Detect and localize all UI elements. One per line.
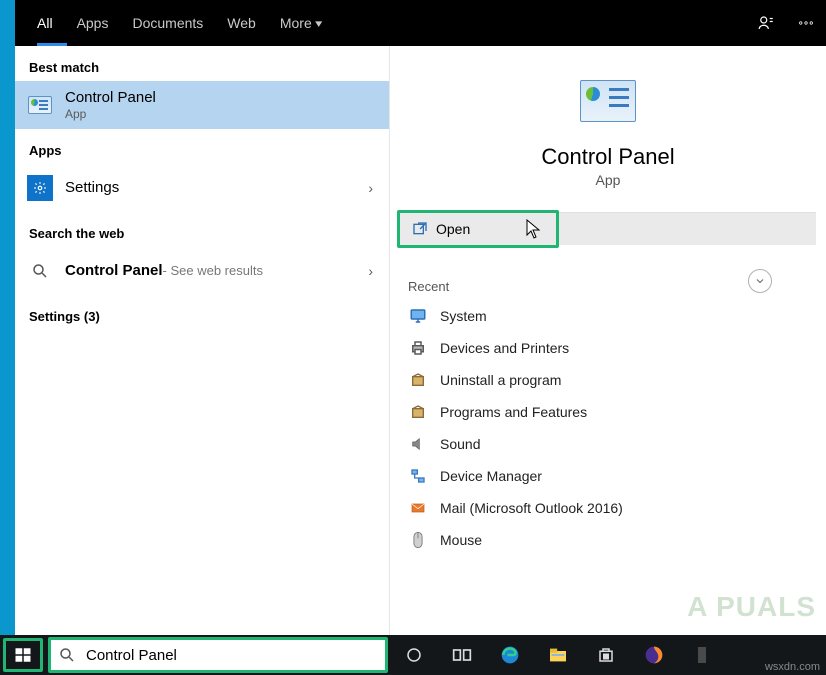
search-icon xyxy=(58,646,76,664)
speaker-icon xyxy=(408,434,428,454)
tab-apps[interactable]: Apps xyxy=(65,0,121,46)
results-list: Best match Control Panel App Apps Settin… xyxy=(15,46,390,675)
tab-more[interactable]: More ▾ xyxy=(268,0,333,46)
source-credit: wsxdn.com xyxy=(765,661,820,673)
microsoft-store-icon[interactable] xyxy=(582,635,630,675)
monitor-icon xyxy=(408,306,428,326)
recent-mouse-label: Mouse xyxy=(440,532,482,548)
mouse-icon xyxy=(408,530,428,550)
result-cp-title: Control Panel xyxy=(65,89,377,107)
section-best-match: Best match xyxy=(15,46,389,81)
app-icon[interactable] xyxy=(678,635,726,675)
open-button[interactable]: Open xyxy=(400,213,816,245)
recent-programs-label: Programs and Features xyxy=(440,404,587,420)
printer-icon xyxy=(408,338,428,358)
recent-sound[interactable]: Sound xyxy=(398,428,818,460)
tab-documents[interactable]: Documents xyxy=(120,0,215,46)
tab-more-label: More xyxy=(280,15,312,31)
preview-sub: App xyxy=(596,172,621,188)
box-icon xyxy=(408,370,428,390)
accent-stripe xyxy=(0,0,15,675)
chevron-down-icon: ▾ xyxy=(315,17,322,30)
chevron-right-icon: › xyxy=(368,180,377,196)
control-panel-icon xyxy=(27,92,53,118)
recent-uninstall[interactable]: Uninstall a program xyxy=(398,364,818,396)
recent-mail[interactable]: Mail (Microsoft Outlook 2016) xyxy=(398,492,818,524)
feedback-icon[interactable] xyxy=(746,0,786,46)
search-icon xyxy=(27,258,53,284)
expand-toggle[interactable] xyxy=(748,269,772,293)
mail-icon xyxy=(408,498,428,518)
firefox-icon[interactable] xyxy=(630,635,678,675)
search-filter-tabs: All Apps Documents Web More ▾ xyxy=(15,0,826,46)
recent-devices-printers[interactable]: Devices and Printers xyxy=(398,332,818,364)
task-view-icon[interactable] xyxy=(438,635,486,675)
file-explorer-icon[interactable] xyxy=(534,635,582,675)
recent-device-manager[interactable]: Device Manager xyxy=(398,460,818,492)
recent-devmgr-label: Device Manager xyxy=(440,468,542,484)
taskbar-search[interactable] xyxy=(50,639,386,671)
open-label: Open xyxy=(436,221,470,237)
start-button[interactable] xyxy=(0,635,46,675)
chevron-right-icon: › xyxy=(368,263,377,279)
recent-system-label: System xyxy=(440,308,487,324)
section-search-web: Search the web xyxy=(15,212,389,247)
tab-web[interactable]: Web xyxy=(215,0,268,46)
recent-system[interactable]: System xyxy=(398,300,818,332)
taskbar-search-input[interactable] xyxy=(84,639,386,671)
tab-apps-label: Apps xyxy=(77,15,109,31)
result-web-suffix: - See web results xyxy=(163,263,263,278)
more-options-icon[interactable] xyxy=(786,0,826,46)
result-web-title: Control Panel xyxy=(65,262,163,280)
recent-mouse[interactable]: Mouse xyxy=(398,524,818,556)
control-panel-icon-large xyxy=(580,80,636,122)
section-settings-count: Settings (3) xyxy=(15,295,389,330)
recent-uninstall-label: Uninstall a program xyxy=(440,372,561,388)
tab-all-label: All xyxy=(37,15,53,31)
result-preview-pane: Control Panel App Open xyxy=(390,46,826,675)
result-settings-title: Settings xyxy=(65,179,368,197)
recent-mail-label: Mail (Microsoft Outlook 2016) xyxy=(440,500,623,516)
watermark: A PUALS xyxy=(687,591,816,623)
open-window-icon xyxy=(412,221,428,237)
tab-all[interactable]: All xyxy=(25,0,65,46)
settings-icon xyxy=(27,175,53,201)
edge-icon[interactable] xyxy=(486,635,534,675)
result-cp-sub: App xyxy=(65,107,377,121)
recent-programs-features[interactable]: Programs and Features xyxy=(398,396,818,428)
result-settings[interactable]: Settings › xyxy=(15,164,389,212)
result-web-control-panel[interactable]: Control Panel - See web results › xyxy=(15,247,389,295)
result-control-panel[interactable]: Control Panel App xyxy=(15,81,389,129)
preview-title: Control Panel xyxy=(541,144,674,170)
device-tree-icon xyxy=(408,466,428,486)
tab-documents-label: Documents xyxy=(132,15,203,31)
recent-sound-label: Sound xyxy=(440,436,480,452)
cortana-icon[interactable] xyxy=(390,635,438,675)
taskbar xyxy=(0,635,826,675)
recent-list: System Devices and Printers Uninstall a … xyxy=(390,300,826,556)
section-apps: Apps xyxy=(15,129,389,164)
recent-devices-label: Devices and Printers xyxy=(440,340,569,356)
box-icon xyxy=(408,402,428,422)
tab-web-label: Web xyxy=(227,15,256,31)
